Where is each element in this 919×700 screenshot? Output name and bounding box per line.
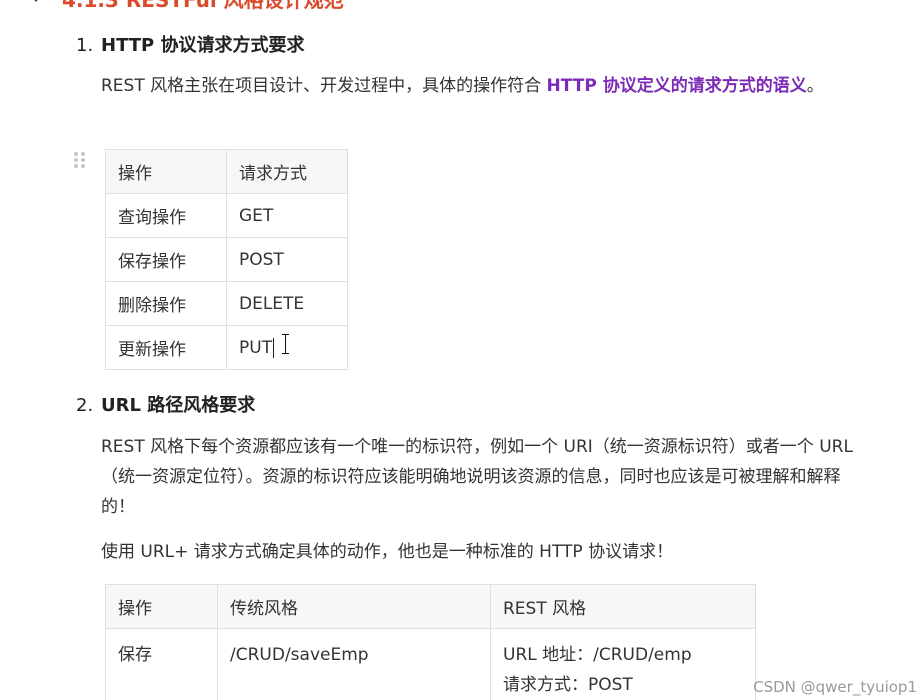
table-cell[interactable]: 删除操作 [105,281,227,326]
document-page: 4.1.3 RESTFul 风格设计规范 1. HTTP 协议请求方式要求 RES… [0,0,919,700]
collapse-caret-icon[interactable] [30,0,42,2]
table-header-cell[interactable]: 传统风格 [217,584,491,629]
list-item-title-text: HTTP 协议请求方式要求 [101,35,305,56]
table-cell-line: 请求方式：POST [503,675,633,695]
table-cell[interactable]: URL 地址：/CRUD/emp 请求方式：POST [490,628,756,700]
table-cell[interactable]: GET [226,193,348,238]
table-cell[interactable]: /CRUD/saveEmp [217,628,491,700]
list-item-2-paragraph-1: REST 风格下每个资源都应该有一个唯一的标识符，例如一个 URI（统一资源标识… [101,437,853,517]
table-cell-line: URL 地址：/CRUD/emp [503,645,692,665]
table-row: 删除操作 DELETE [105,281,348,326]
table-drag-handle-icon[interactable] [74,152,86,168]
table-header-row: 操作 请求方式 [105,149,348,194]
table-row: 查询操作 GET [105,193,348,238]
table-row: 保存 /CRUD/saveEmp URL 地址：/CRUD/emp 请求方式：P… [105,628,756,700]
section-heading-text: 4.1.3 RESTFul 风格设计规范 [62,0,344,13]
table-header-cell[interactable]: 操作 [105,149,227,194]
table-cell-text: PUT [239,337,273,358]
ibeam-cursor-icon [282,333,290,354]
list-item-1-title: 1. HTTP 协议请求方式要求 [76,31,305,57]
table-header-row: 操作 传统风格 REST 风格 [105,584,756,629]
paragraph-text: REST 风格主张在项目设计、开发过程中，具体的操作符合 [101,76,547,96]
table-cell[interactable]: 查询操作 [105,193,227,238]
table-cell[interactable]: 更新操作 [105,325,227,370]
table-cell[interactable]: 保存 [105,628,218,700]
paragraph-highlight: HTTP 协议定义的请求方式的语义 [546,76,807,96]
table-cell-editing[interactable]: PUT [226,325,348,370]
table-row: 更新操作 PUT [105,325,348,370]
table-row: 保存操作 POST [105,237,348,282]
list-item-1-paragraph: REST 风格主张在项目设计、开发过程中，具体的操作符合 HTTP 协议定义的请… [101,71,871,101]
url-style-table: 操作 传统风格 REST 风格 保存 /CRUD/saveEmp URL 地址：… [105,584,756,700]
list-item-number: 2. [76,395,94,416]
table-cell[interactable]: POST [226,237,348,282]
list-item-number: 1. [76,35,94,56]
paragraph-text-end: 。 [806,76,824,96]
table-header-cell[interactable]: 请求方式 [226,149,348,194]
text-caret [273,337,275,358]
list-item-title-text: URL 路径风格要求 [101,395,256,416]
list-item-2-title: 2. URL 路径风格要求 [76,391,255,417]
table-header-cell[interactable]: 操作 [105,584,218,629]
table-header-cell[interactable]: REST 风格 [490,584,756,629]
table-cell[interactable]: 保存操作 [105,237,227,282]
section-heading[interactable]: 4.1.3 RESTFul 风格设计规范 [30,0,344,13]
watermark: CSDN @qwer_tyuiop1 [753,678,917,696]
request-method-table: 操作 请求方式 查询操作 GET 保存操作 POST 删除操作 DELETE 更… [105,149,348,370]
list-item-2-paragraph-2: 使用 URL+ 请求方式确定具体的动作，他也是一种标准的 HTTP 协议请求！ [101,542,674,562]
table-cell[interactable]: DELETE [226,281,348,326]
